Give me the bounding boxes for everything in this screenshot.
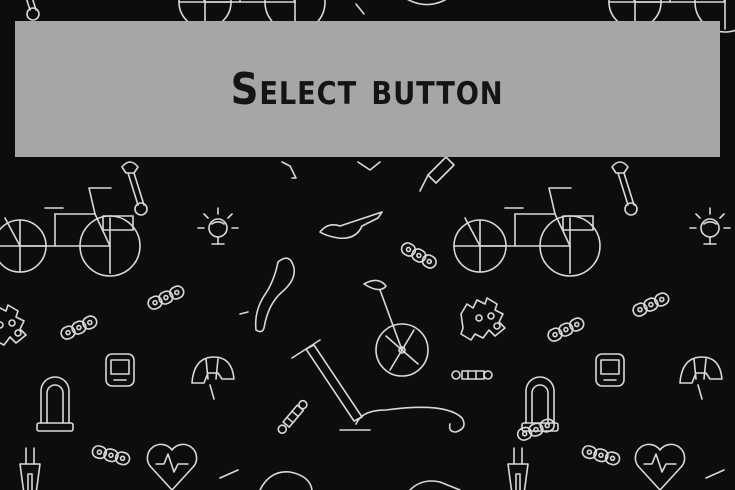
- select-button[interactable]: Select button: [15, 21, 720, 157]
- select-button-label: Select button: [231, 63, 504, 115]
